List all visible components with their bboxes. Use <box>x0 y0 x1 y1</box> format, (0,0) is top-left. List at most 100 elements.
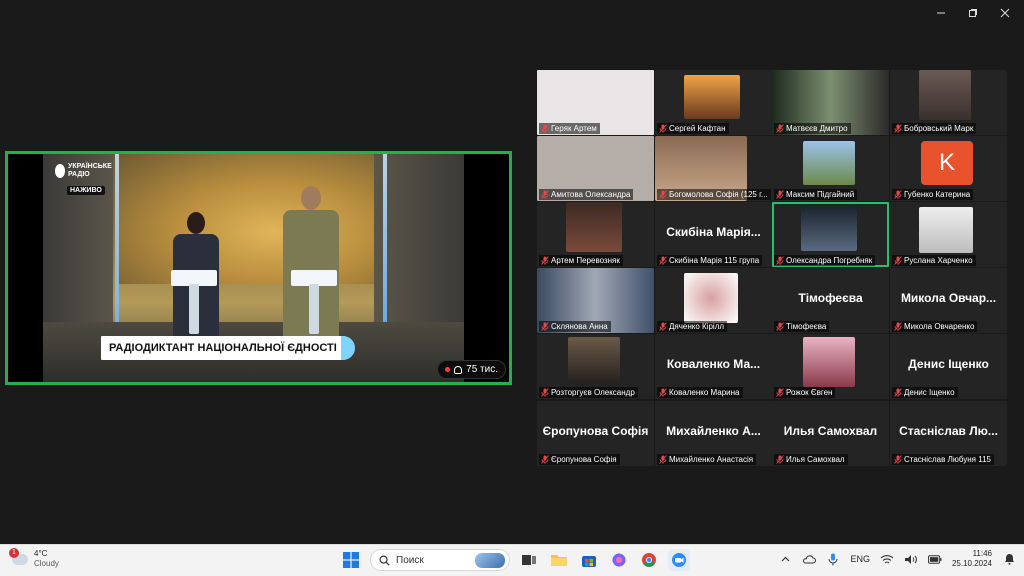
task-view-button[interactable] <box>518 549 540 571</box>
store-icon <box>582 556 596 567</box>
clock-time: 11:46 <box>972 549 992 558</box>
shared-video-view[interactable]: УКРАЇНСЬКЕ РАДІО НАЖИВО РАДІОДИКТАНТ НАЦ… <box>5 151 512 385</box>
weather-widget[interactable]: 1 4°C Cloudy <box>9 547 59 569</box>
search-placeholder: Поиск <box>396 554 424 566</box>
microphone-muted-icon <box>659 190 667 199</box>
participant-tile[interactable]: Денис Іщенко Денис Іщенко <box>890 334 1007 399</box>
microphone-muted-icon <box>541 388 549 397</box>
participant-tile[interactable]: Склянова Анна <box>537 268 654 333</box>
network-button[interactable] <box>880 552 894 566</box>
participant-tile[interactable]: Сергей Кафтан <box>655 70 772 135</box>
participant-tile[interactable]: Тімофеєва Тімофеєва <box>772 268 889 333</box>
close-button[interactable] <box>996 6 1014 22</box>
participant-tile[interactable]: Скибіна Марія... Скибіна Марія 115 група <box>655 202 772 267</box>
participant-tile[interactable]: Геряк Артем <box>537 70 654 135</box>
participant-name: Геряк Артем <box>551 124 597 133</box>
weather-description: Cloudy <box>34 559 59 568</box>
copilot-icon <box>612 553 626 567</box>
participant-gallery: Геряк Артем Сергей Кафтан Матвєєв Дмитро Бо… <box>537 70 1007 468</box>
participant-tile[interactable]: Бобровський Марк <box>890 70 1007 135</box>
microphone-muted-icon <box>659 322 667 331</box>
participant-tile[interactable]: Олександра Погребняк <box>772 202 889 267</box>
participant-name-label: Коваленко Марина <box>657 387 743 398</box>
microphone-muted-icon <box>659 388 667 397</box>
podium-right-stand <box>309 284 319 334</box>
participant-name: Микола Овчаренко <box>904 322 975 331</box>
participant-tile[interactable]: Максим Підгайний <box>772 136 889 201</box>
microphone-button[interactable] <box>826 552 840 566</box>
cloud-sync-icon <box>803 555 817 564</box>
notification-badge: 1 <box>9 547 19 558</box>
participant-name-label: Матвєєв Дмитро <box>774 123 851 134</box>
studio-light <box>383 154 387 324</box>
folder-icon <box>551 555 567 566</box>
onedrive-button[interactable] <box>802 552 817 566</box>
participant-name-label: Артем Перевозняк <box>539 255 623 266</box>
participant-name: Илья Самохвал <box>786 455 845 464</box>
zoom-button[interactable] <box>668 549 690 571</box>
participant-tile[interactable]: Розторгуєв Олександр <box>537 334 654 399</box>
cloud-icon: 1 <box>9 547 28 565</box>
participant-tile[interactable]: Руслана Харченко <box>890 202 1007 267</box>
close-icon <box>1000 8 1010 18</box>
zoom-meeting-window: УКРАЇНСЬКЕ РАДІО НАЖИВО РАДІОДИКТАНТ НАЦ… <box>0 0 1024 576</box>
participant-name: Тімофеєва <box>786 322 827 331</box>
language-indicator[interactable]: ENG <box>850 554 870 564</box>
notifications-button[interactable] <box>1002 552 1016 566</box>
window-controls <box>932 6 1014 22</box>
microphone-muted-icon <box>776 124 784 133</box>
participant-tile[interactable]: Коваленко Ма... Коваленко Марина <box>655 334 772 399</box>
participant-display-name: Стасніслав Лю... <box>899 424 998 438</box>
participant-tile[interactable]: Амитова Олександра <box>537 136 654 201</box>
participant-tile[interactable]: Михайленко А... Михайленко Анастасія <box>655 401 772 466</box>
microphone-muted-icon <box>541 256 549 265</box>
participant-tile[interactable]: Стасніслав Лю... Стасніслав Любуня 115 <box>890 401 1007 466</box>
participant-tile[interactable]: Богомолова Софія (125 г... <box>655 136 772 201</box>
live-dot-icon <box>445 367 451 372</box>
participant-name-label: Геряк Артем <box>539 123 600 134</box>
participant-name-label: Максим Підгайний <box>774 189 858 200</box>
search-icon <box>379 555 390 566</box>
participant-tile[interactable]: Дяченко Кірілл <box>655 268 772 333</box>
participant-tile[interactable]: Матвєєв Дмитро <box>772 70 889 135</box>
participant-video <box>803 141 855 185</box>
participant-video <box>801 207 857 251</box>
participant-name-label: Руслана Харченко <box>892 255 976 266</box>
participant-video <box>919 207 973 253</box>
microphone-muted-icon <box>894 256 902 265</box>
participant-tile[interactable]: Илья Самохвал Илья Самохвал <box>772 401 889 466</box>
show-hidden-icons-button[interactable] <box>778 552 792 566</box>
minimize-button[interactable] <box>932 6 950 22</box>
participant-tile[interactable]: Рожок Євген <box>772 334 889 399</box>
participant-display-name: Єропунова Софія <box>542 424 649 438</box>
battery-button[interactable] <box>927 552 942 566</box>
taskbar-search[interactable]: Поиск <box>370 549 510 571</box>
participant-name: Максим Підгайний <box>786 190 855 199</box>
participant-display-name: Скибіна Марія... <box>666 225 761 239</box>
microphone-muted-icon <box>659 124 667 133</box>
participant-name-label: Сергей Кафтан <box>657 123 729 134</box>
store-button[interactable] <box>578 549 600 571</box>
participant-name: Скибіна Марія 115 група <box>669 256 760 265</box>
participant-name: Рожок Євген <box>786 388 833 397</box>
microphone-muted-icon <box>894 388 902 397</box>
clock[interactable]: 11:46 25.10.2024 <box>952 549 992 569</box>
participant-name-label: Илья Самохвал <box>774 454 848 465</box>
participant-tile[interactable]: Єропунова Софія Єропунова Софія <box>537 401 654 466</box>
volume-button[interactable] <box>904 552 918 566</box>
restore-button[interactable] <box>964 6 982 22</box>
participant-name: Стасніслав Любуня 115 <box>904 455 991 464</box>
copilot-button[interactable] <box>608 549 630 571</box>
bell-icon <box>1004 554 1014 565</box>
participant-tile[interactable]: Артем Перевозняк <box>537 202 654 267</box>
participant-name: Руслана Харченко <box>904 256 973 265</box>
participant-tile[interactable]: Микола Овчар... Микола Овчаренко <box>890 268 1007 333</box>
start-button[interactable] <box>340 549 362 571</box>
taskbar-apps: Поиск <box>340 549 690 571</box>
participant-tile[interactable]: K Губенко Катерина <box>890 136 1007 201</box>
live-badge: НАЖИВО <box>67 186 105 195</box>
file-explorer-button[interactable] <box>548 549 570 571</box>
microphone-muted-icon <box>776 455 784 464</box>
chrome-button[interactable] <box>638 549 660 571</box>
microphone-muted-icon <box>894 455 902 464</box>
